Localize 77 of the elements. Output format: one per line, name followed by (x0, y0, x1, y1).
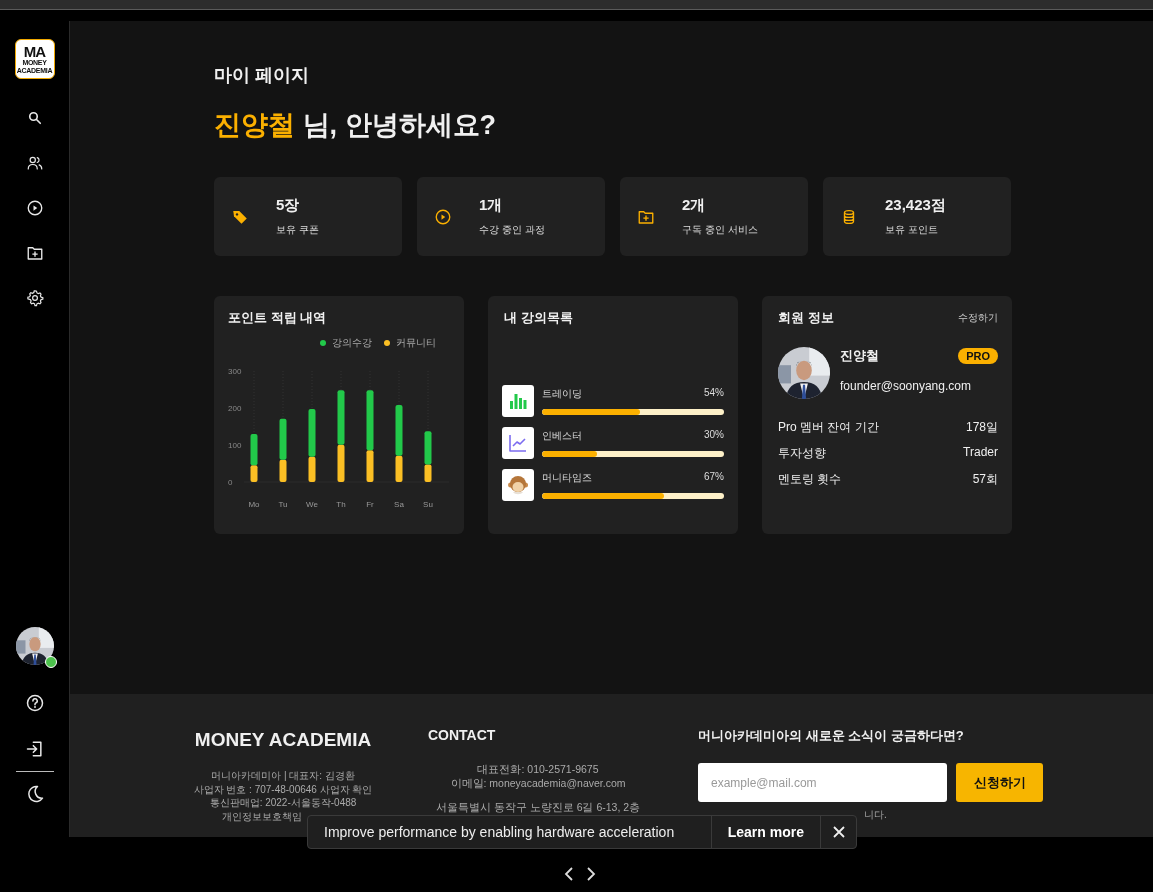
legend-dot (320, 340, 326, 346)
course-name[interactable]: 인베스터 (542, 429, 582, 443)
progress-percent: 67% (704, 471, 724, 484)
stat-label: 수강 중인 과정 (479, 223, 545, 237)
info-value: Trader (963, 445, 998, 461)
close-icon (832, 826, 845, 838)
course-thumbnail[interactable] (502, 385, 534, 417)
previous-button[interactable] (564, 866, 574, 882)
axis-label: Su (423, 500, 433, 509)
stat-label: 보유 포인트 (885, 223, 939, 237)
info-value: 57회 (972, 471, 998, 488)
axis-label: 200 (228, 404, 242, 413)
axis-label: We (306, 500, 318, 509)
info-label: Pro 멤버 잔여 기간 (778, 419, 879, 436)
footer-brand: MONEY ACADEMIA (194, 729, 372, 751)
company-info: 머니아카데미아 | 대표자: 김경환 (211, 770, 355, 781)
pro-badge: PRO (958, 348, 998, 364)
line-chart-icon (509, 434, 527, 452)
help-icon[interactable] (24, 693, 45, 713)
toast-message: Improve performance by enabling hardware acceleration (323, 824, 676, 840)
stat-value: 23,423점 (885, 196, 946, 215)
play-icon (434, 207, 452, 226)
course-thumbnail[interactable] (502, 427, 534, 459)
folder-plus-icon[interactable] (25, 244, 44, 262)
newsletter-note: 니다. (864, 808, 888, 822)
contact-title: CONTACT (428, 727, 497, 743)
progress-percent: 30% (704, 429, 724, 442)
newsletter-title: 머니아카데미아의 새로운 소식이 궁금하다면? (698, 727, 965, 745)
course-name[interactable]: 트레이딩 (542, 387, 582, 401)
address: 서울특별시 동작구 노량진로 6길 6-13, 2층 (434, 801, 642, 815)
stat-value: 5장 (276, 196, 301, 215)
axis-label: Tu (278, 500, 288, 509)
course-thumbnail[interactable] (502, 469, 534, 501)
legend-label: 커뮤니티 (396, 336, 436, 350)
panel-title: 포인트 적립 내역 (228, 309, 328, 327)
edit-link[interactable]: 수정하기 (958, 311, 998, 325)
play-icon[interactable] (25, 199, 44, 217)
chevron-right-icon (586, 866, 596, 882)
progress-percent: 54% (704, 387, 724, 400)
subscribe-button[interactable]: 신청하기 (956, 763, 1043, 802)
monkey-icon (507, 474, 529, 496)
company-info: 사업자 번호 : 707-48-00646 사업자 확인 (193, 783, 373, 795)
contact-info: 이메일: moneyacademia@naver.com (449, 776, 627, 790)
email-field[interactable]: example@mail.com (698, 763, 947, 802)
page-title: 마이 페이지 (214, 64, 310, 87)
axis-label: Mo (248, 500, 260, 509)
sign-in-icon[interactable] (24, 739, 45, 759)
stat-value: 1개 (479, 196, 504, 215)
learn-more-button[interactable]: Learn more (710, 816, 820, 848)
axis-label: 0 (228, 478, 233, 487)
panel-title: 내 강의목록 (503, 309, 574, 327)
stat-label: 구독 중인 서비스 (682, 223, 758, 237)
axis-label: 300 (228, 367, 242, 376)
settings-icon[interactable] (25, 289, 44, 307)
axis-label: Th (336, 500, 346, 509)
legend-label: 강의수강 (332, 336, 372, 350)
legend-dot (384, 340, 390, 346)
stat-value: 2개 (682, 196, 707, 215)
member-email: founder@soonyang.com (840, 379, 972, 393)
course-name[interactable]: 머니타임즈 (542, 471, 592, 485)
users-icon[interactable] (25, 154, 44, 172)
chevron-left-icon (564, 866, 574, 882)
stat-label: 보유 쿠폰 (276, 223, 319, 237)
axis-label: Fr (366, 500, 374, 509)
bar-chart-icon (509, 393, 527, 409)
panel-title: 회원 정보 (778, 309, 834, 327)
info-label: 투자성향 (778, 445, 826, 462)
company-info: 개인정보보호책임 (221, 810, 302, 822)
contact-info: 대표전화: 010-2571-9675 (476, 762, 600, 776)
company-info: 통신판매업: 2022-서울동작-0488 (209, 797, 357, 808)
member-name: 진양철 (840, 347, 879, 365)
axis-label: Sa (394, 500, 404, 509)
next-button[interactable] (586, 866, 596, 882)
axis-label: 100 (228, 441, 242, 450)
greeting: 진양철 님, 안녕하세요? (214, 109, 497, 142)
info-label: 멘토링 횟수 (778, 471, 842, 488)
info-value: 178일 (965, 419, 998, 436)
